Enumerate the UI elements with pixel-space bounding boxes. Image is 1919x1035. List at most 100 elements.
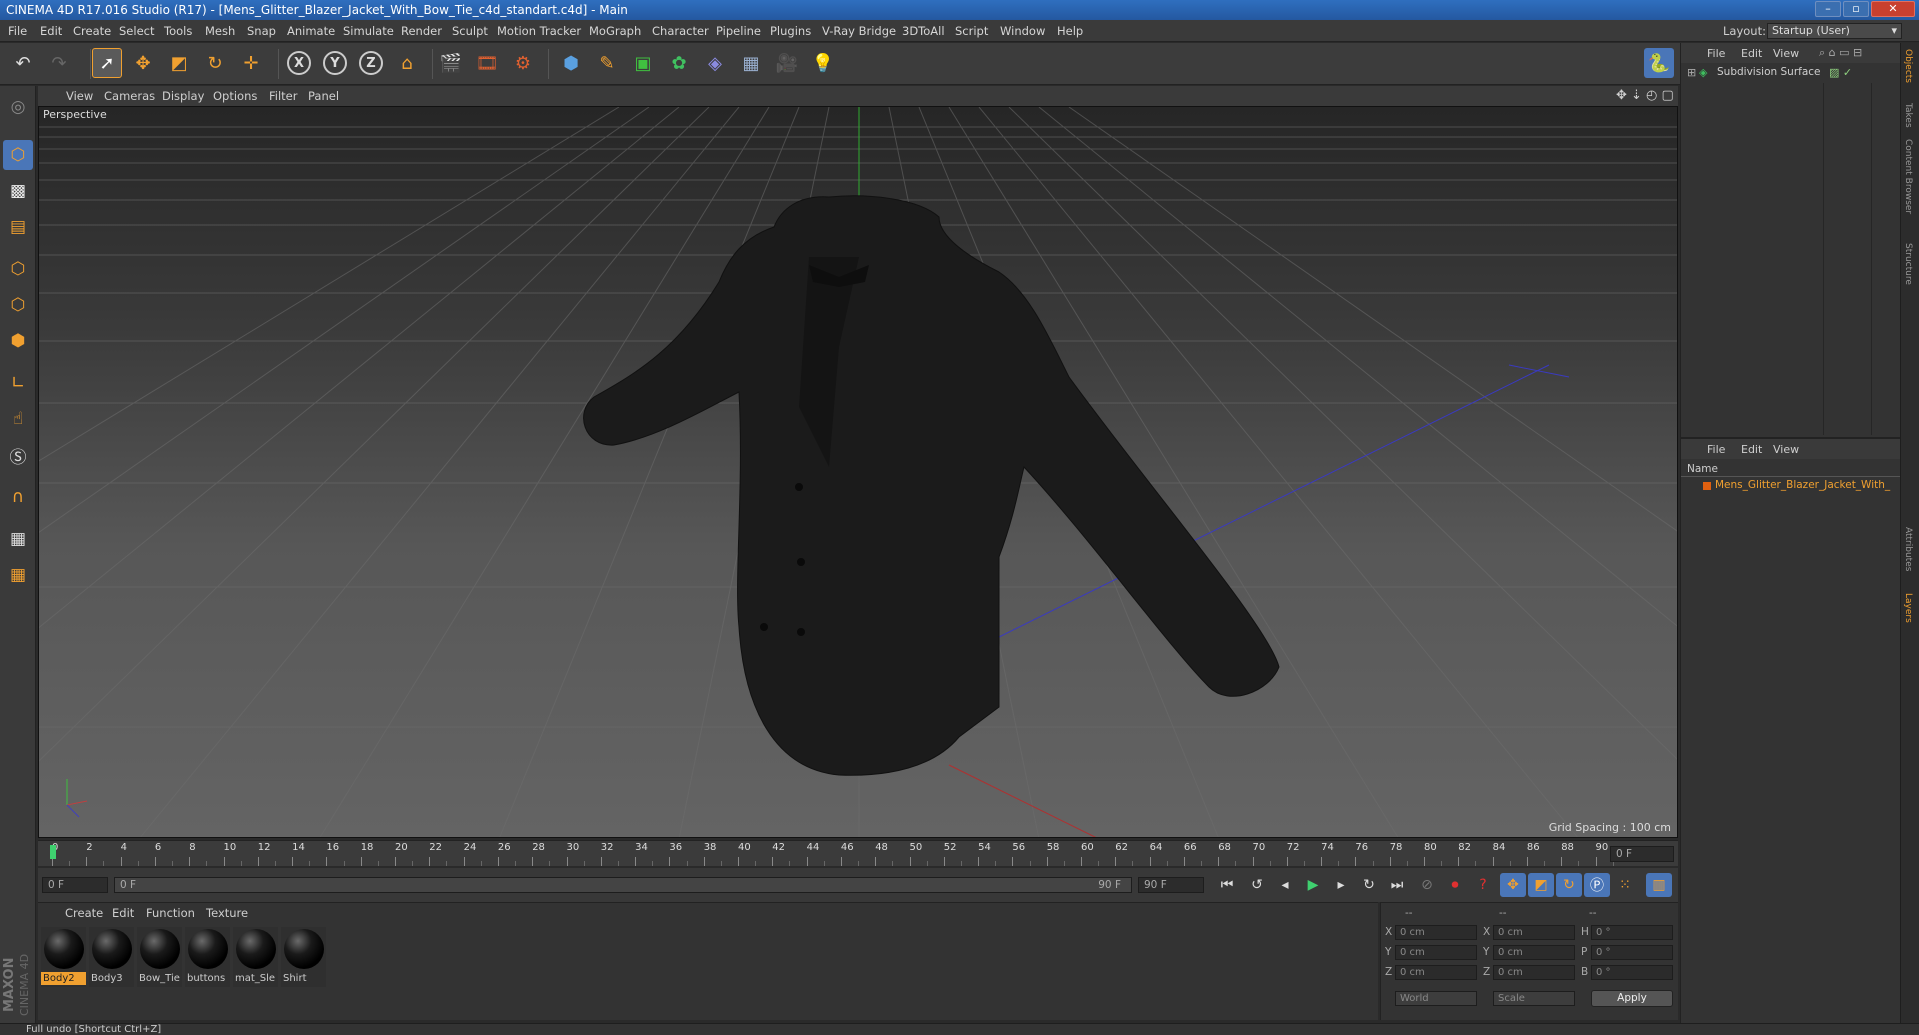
expand-icon[interactable]: ⊞ <box>1687 66 1696 79</box>
menu-animate[interactable]: Animate <box>287 20 335 42</box>
layer-row[interactable]: Mens_Glitter_Blazer_Jacket_With_ <box>1681 479 1901 493</box>
autokey-icon[interactable]: ? <box>1470 873 1496 897</box>
rotation-key-icon[interactable]: ↻ <box>1556 873 1582 897</box>
viewport-menu-view[interactable]: View <box>66 86 93 106</box>
snap-icon[interactable]: Ⓢ <box>3 440 33 470</box>
play-icon[interactable]: ▶ <box>1300 873 1326 897</box>
tab-content-browser[interactable]: Content Browser <box>1903 139 1913 214</box>
viewport-menu-options[interactable]: Options <box>213 86 257 106</box>
position-x-field[interactable]: 0 cm <box>1395 925 1477 940</box>
redo-icon[interactable]: ↷ <box>44 48 74 78</box>
cloner-mograph-icon[interactable]: ✿ <box>664 48 694 78</box>
live-select-icon[interactable]: ✛ <box>236 48 266 78</box>
size-x-field[interactable]: 0 cm <box>1493 925 1575 940</box>
param-key-icon[interactable]: Ⓟ <box>1584 873 1610 897</box>
close-button[interactable]: ✕ <box>1871 1 1915 17</box>
scale-key-icon[interactable]: ◩ <box>1528 873 1554 897</box>
rotation-b-field[interactable]: 0 ° <box>1591 965 1673 980</box>
material-swatch[interactable]: mat_Sle <box>233 927 278 987</box>
axis-mode-icon[interactable]: ∟ <box>3 368 33 398</box>
rotation-p-field[interactable]: 0 ° <box>1591 945 1673 960</box>
menu-motion-tracker[interactable]: Motion Tracker <box>497 20 581 42</box>
menu-plugins[interactable]: Plugins <box>770 20 811 42</box>
current-frame-field[interactable]: 0 F <box>1610 846 1674 862</box>
end-frame-field[interactable]: 90 F <box>1138 877 1204 893</box>
keyframe-selection-icon[interactable]: ⊘ <box>1414 873 1440 897</box>
menu-3dtoall[interactable]: 3DToAll <box>902 20 945 42</box>
size-mode-dropdown[interactable]: Scale <box>1493 991 1575 1006</box>
material-swatch[interactable]: buttons <box>185 927 230 987</box>
menu-create[interactable]: Create <box>73 20 111 42</box>
tab-objects[interactable]: Objects <box>1903 49 1913 83</box>
pen-spline-icon[interactable]: ✎ <box>592 48 622 78</box>
layers-menu-view[interactable]: View <box>1773 443 1799 456</box>
menu-snap[interactable]: Snap <box>247 20 276 42</box>
material-menu-function[interactable]: Function <box>146 903 195 923</box>
material-menu-create[interactable]: Create <box>65 903 103 923</box>
viewport-menu-cameras[interactable]: Cameras <box>104 86 155 106</box>
x-axis-icon[interactable]: X <box>284 48 314 78</box>
render-picture-queue-icon[interactable]: 🎞 <box>472 48 502 78</box>
texture-mode-icon[interactable]: ▩ <box>3 176 33 206</box>
prev-key-icon[interactable]: ↺ <box>1244 873 1270 897</box>
rotate-icon[interactable]: ↻ <box>200 48 230 78</box>
undo-icon[interactable]: ↶ <box>8 48 38 78</box>
objects-search-icons[interactable]: ⌕ ⌂ ▭ ⊟ <box>1819 46 1862 60</box>
timeline-ruler[interactable]: 0246810121416182022242628303234363840424… <box>38 840 1678 866</box>
deformer-icon[interactable]: ◈ <box>700 48 730 78</box>
menu-script[interactable]: Script <box>955 20 988 42</box>
minimize-button[interactable]: – <box>1815 1 1841 17</box>
python-icon[interactable]: 🐍 <box>1644 48 1674 78</box>
position-key-icon[interactable]: ✥ <box>1500 873 1526 897</box>
material-swatch[interactable]: Body3 <box>89 927 134 987</box>
render-view-icon[interactable]: 🎬 <box>436 48 466 78</box>
camera-icon[interactable]: 🎥 <box>772 48 802 78</box>
tab-takes[interactable]: Takes <box>1903 103 1913 128</box>
tab-structure[interactable]: Structure <box>1903 243 1913 285</box>
tab-attributes[interactable]: Attributes <box>1903 527 1913 571</box>
layers-menu-file[interactable]: File <box>1707 443 1725 456</box>
objects-menu-file[interactable]: File <box>1707 47 1725 60</box>
menu-tools[interactable]: Tools <box>164 20 192 42</box>
points-mode-icon[interactable]: ⬡ <box>3 254 33 284</box>
polygons-mode-icon[interactable]: ⬢ <box>3 326 33 356</box>
next-key-icon[interactable]: ↻ <box>1356 873 1382 897</box>
cube-primitive-icon[interactable]: ⬢ <box>556 48 586 78</box>
start-frame-field[interactable]: 0 F <box>42 877 108 893</box>
position-y-field[interactable]: 0 cm <box>1395 945 1477 960</box>
record-keys-icon[interactable]: ⏺ <box>1442 873 1468 897</box>
menu-render[interactable]: Render <box>401 20 442 42</box>
go-start-icon[interactable]: ⏮ <box>1214 873 1240 897</box>
layers-menu-edit[interactable]: Edit <box>1741 443 1762 456</box>
select-arrow-icon[interactable]: ➚ <box>92 48 122 78</box>
material-swatch[interactable]: Shirt <box>281 927 326 987</box>
menu-help[interactable]: Help <box>1057 20 1083 42</box>
menu-mesh[interactable]: Mesh <box>205 20 235 42</box>
world-coord-icon[interactable]: ⌂ <box>392 48 422 78</box>
layout-dropdown[interactable]: Startup (User) ▾ <box>1767 23 1902 39</box>
next-frame-icon[interactable]: ▸ <box>1328 873 1354 897</box>
move-icon[interactable]: ✥ <box>128 48 158 78</box>
menu-window[interactable]: Window <box>1000 20 1045 42</box>
floor-environment-icon[interactable]: ▦ <box>736 48 766 78</box>
pla-key-icon[interactable]: ⁙ <box>1612 873 1638 897</box>
z-axis-icon[interactable]: Z <box>356 48 386 78</box>
position-z-field[interactable]: 0 cm <box>1395 965 1477 980</box>
viewport-menu-panel[interactable]: Panel <box>308 86 339 106</box>
scale-icon[interactable]: ◩ <box>164 48 194 78</box>
workplane-mode-icon[interactable]: ▤ <box>3 212 33 242</box>
workplane-lock-icon[interactable]: ▦ <box>3 524 33 554</box>
menu-simulate[interactable]: Simulate <box>343 20 394 42</box>
objects-menu-edit[interactable]: Edit <box>1741 47 1762 60</box>
maximize-button[interactable]: ▫ <box>1843 1 1869 17</box>
object-row[interactable]: ⊞ ◈ Subdivision Surface ▨ ✓ <box>1681 65 1901 81</box>
objects-menu-view[interactable]: View <box>1773 47 1799 60</box>
solo-icon[interactable]: ▦ <box>3 560 33 590</box>
material-swatch[interactable]: Body2 <box>41 927 86 987</box>
perspective-viewport[interactable]: Perspective Grid Spacing : 100 cm <box>38 106 1678 838</box>
y-axis-icon[interactable]: Y <box>320 48 350 78</box>
playhead-marker[interactable] <box>50 845 56 859</box>
tweak-mode-icon[interactable]: ☝ <box>3 404 33 434</box>
apply-button[interactable]: Apply <box>1591 990 1673 1007</box>
material-menu-texture[interactable]: Texture <box>206 903 248 923</box>
